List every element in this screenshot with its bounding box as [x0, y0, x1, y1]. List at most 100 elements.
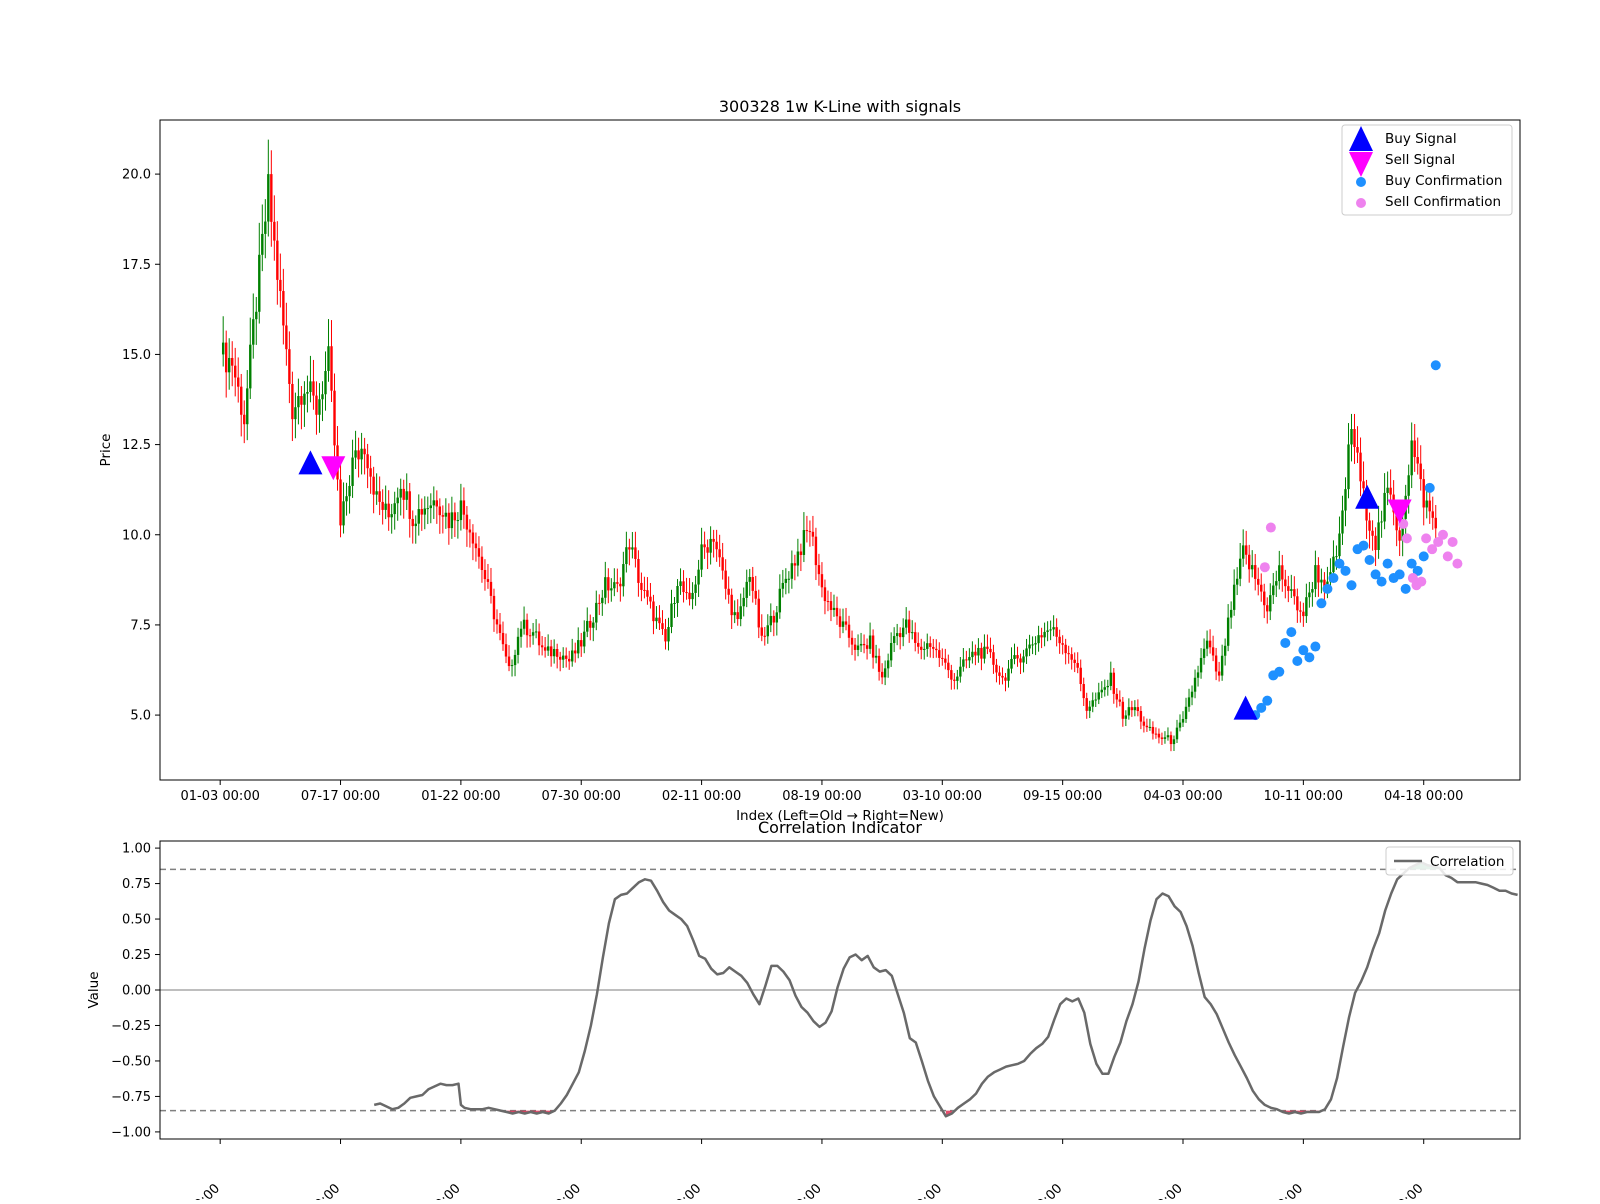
candle-body: [811, 531, 815, 537]
candle-body: [1353, 429, 1356, 448]
candle-body: [447, 512, 451, 529]
candle-body: [1248, 554, 1251, 570]
candle-body: [1428, 500, 1431, 512]
buy-confirmation-point: [1346, 580, 1357, 591]
candle-body: [1178, 722, 1182, 728]
candle-body: [420, 509, 423, 515]
candle-body: [1332, 556, 1335, 573]
candle-body: [384, 503, 387, 510]
legend-sell-signal-label: Sell Signal: [1385, 152, 1455, 168]
correlation-x-tick-label: 04-18 00:00: [1360, 1181, 1427, 1200]
candle-body: [282, 291, 285, 326]
candle-body: [637, 558, 640, 583]
candle-body: [1139, 711, 1143, 722]
candle-body: [1223, 645, 1227, 656]
candle-body: [1296, 596, 1299, 611]
correlation-y-tick-label: 0.25: [122, 948, 151, 963]
price-x-tick-label: 08-19 00:00: [782, 789, 861, 804]
candle-body: [604, 577, 607, 598]
candle-body: [1070, 654, 1073, 660]
candle-body: [706, 547, 709, 553]
candle-body: [417, 509, 420, 524]
candle-body: [363, 448, 366, 455]
candle-body: [1299, 610, 1302, 612]
correlation-x-tick-label: 09-15 00:00: [999, 1181, 1066, 1200]
candle-body: [733, 612, 736, 616]
correlation-x-tick-label: 03-10 00:00: [878, 1181, 945, 1200]
candle-body: [318, 399, 321, 415]
candle-body: [868, 635, 872, 649]
candle-body: [261, 233, 264, 255]
legend-buy-confirmation-label: Buy Confirmation: [1385, 173, 1502, 189]
candle-body: [766, 625, 769, 637]
candle-body: [387, 503, 390, 518]
candle-body: [237, 377, 240, 387]
candle-body: [799, 551, 803, 555]
candle-body: [483, 570, 487, 580]
correlation-reference-lines: [160, 868, 1520, 1112]
correlation-y-tick-label: 0.50: [122, 913, 151, 928]
candle-body: [285, 325, 288, 350]
sell-confirmation-point: [1421, 533, 1432, 544]
candle-body: [297, 396, 300, 408]
candle-body: [1226, 617, 1230, 646]
candle-body: [853, 644, 857, 650]
sell-confirmation-point: [1447, 536, 1458, 547]
candle-body: [255, 311, 258, 320]
candle-body: [745, 581, 748, 598]
candle-body: [592, 622, 595, 628]
candle-body: [790, 563, 794, 579]
legend-buy-confirmation-marker: [1356, 177, 1366, 187]
candle-body: [1413, 440, 1416, 458]
price-x-tick-label: 07-30 00:00: [542, 789, 621, 804]
candle-body: [1037, 635, 1040, 644]
candle-body: [877, 655, 881, 672]
candle-body: [327, 346, 330, 371]
candle-body: [231, 357, 234, 366]
candle-body: [1235, 578, 1239, 585]
candle-body: [1335, 556, 1338, 558]
candle-body: [1100, 689, 1103, 693]
candle-body: [1287, 586, 1290, 591]
candle-body: [926, 643, 929, 649]
candle-body: [679, 581, 682, 586]
candle-body: [1079, 667, 1082, 685]
candle-body: [691, 592, 694, 600]
candle-body: [342, 501, 345, 526]
correlation-y-tick-label: −0.25: [111, 1019, 151, 1034]
sell-confirmation-point: [1437, 529, 1448, 540]
candle-body: [408, 491, 411, 519]
candle-body: [880, 671, 884, 678]
candle-body: [1145, 725, 1149, 728]
candle-body: [534, 631, 538, 633]
candle-body: [757, 598, 760, 628]
price-x-tick-label: 01-03 00:00: [180, 789, 259, 804]
candle-body: [468, 529, 472, 533]
candle-body: [528, 635, 532, 637]
candle-body: [306, 392, 309, 394]
candle-body: [727, 588, 730, 595]
candle-body: [739, 606, 742, 620]
candle-body: [1184, 706, 1188, 720]
candle-body: [1377, 522, 1380, 550]
price-panel: 300328 1w K-Line with signals 5.0 7.5 10.0…: [98, 97, 1521, 824]
candle-body: [1121, 701, 1125, 719]
candle-body: [760, 627, 763, 636]
candle-body: [950, 670, 953, 680]
candle-body: [474, 543, 478, 549]
candle-body: [1055, 627, 1058, 637]
candle-body: [564, 655, 568, 659]
candle-body: [953, 679, 956, 681]
buy-confirmation-point: [1286, 627, 1297, 638]
candle-body: [1344, 489, 1347, 511]
candle-body: [537, 631, 541, 646]
buy-confirmation-point: [1400, 583, 1411, 594]
candle-body: [703, 544, 706, 548]
candle-body: [775, 612, 779, 623]
price-y-tick-label: 7.5: [130, 618, 151, 633]
candle-body: [435, 500, 439, 507]
candle-body: [1260, 584, 1263, 592]
candle-body: [276, 240, 279, 280]
candle-body: [1419, 463, 1422, 480]
correlation-y-tick-label: −1.00: [111, 1125, 151, 1140]
